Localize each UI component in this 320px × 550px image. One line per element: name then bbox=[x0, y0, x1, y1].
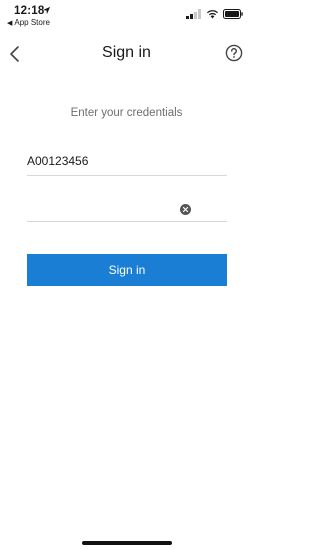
status-indicators bbox=[186, 9, 243, 19]
back-to-app-label: App Store bbox=[14, 18, 50, 27]
wifi-icon bbox=[207, 10, 218, 19]
signal-icon bbox=[186, 9, 201, 19]
clear-icon[interactable] bbox=[180, 204, 191, 215]
page-title: Sign in bbox=[102, 44, 151, 61]
username-input[interactable] bbox=[27, 150, 207, 172]
status-bar: 12:18 ◀ App Store bbox=[0, 0, 253, 32]
back-caret-icon: ◀ bbox=[7, 19, 13, 27]
location-icon bbox=[42, 6, 51, 15]
status-time: 12:18 bbox=[14, 5, 45, 17]
credentials-prompt: Enter your credentials bbox=[70, 107, 183, 119]
back-to-app-link[interactable]: ◀ App Store bbox=[7, 18, 50, 27]
sign-in-button[interactable]: Sign in bbox=[27, 254, 227, 286]
battery-icon bbox=[223, 9, 243, 19]
username-field[interactable] bbox=[27, 150, 227, 176]
help-icon[interactable] bbox=[225, 44, 243, 62]
home-indicator[interactable] bbox=[82, 541, 172, 545]
password-field[interactable] bbox=[27, 196, 227, 222]
navigation-bar: Sign in bbox=[0, 36, 253, 72]
